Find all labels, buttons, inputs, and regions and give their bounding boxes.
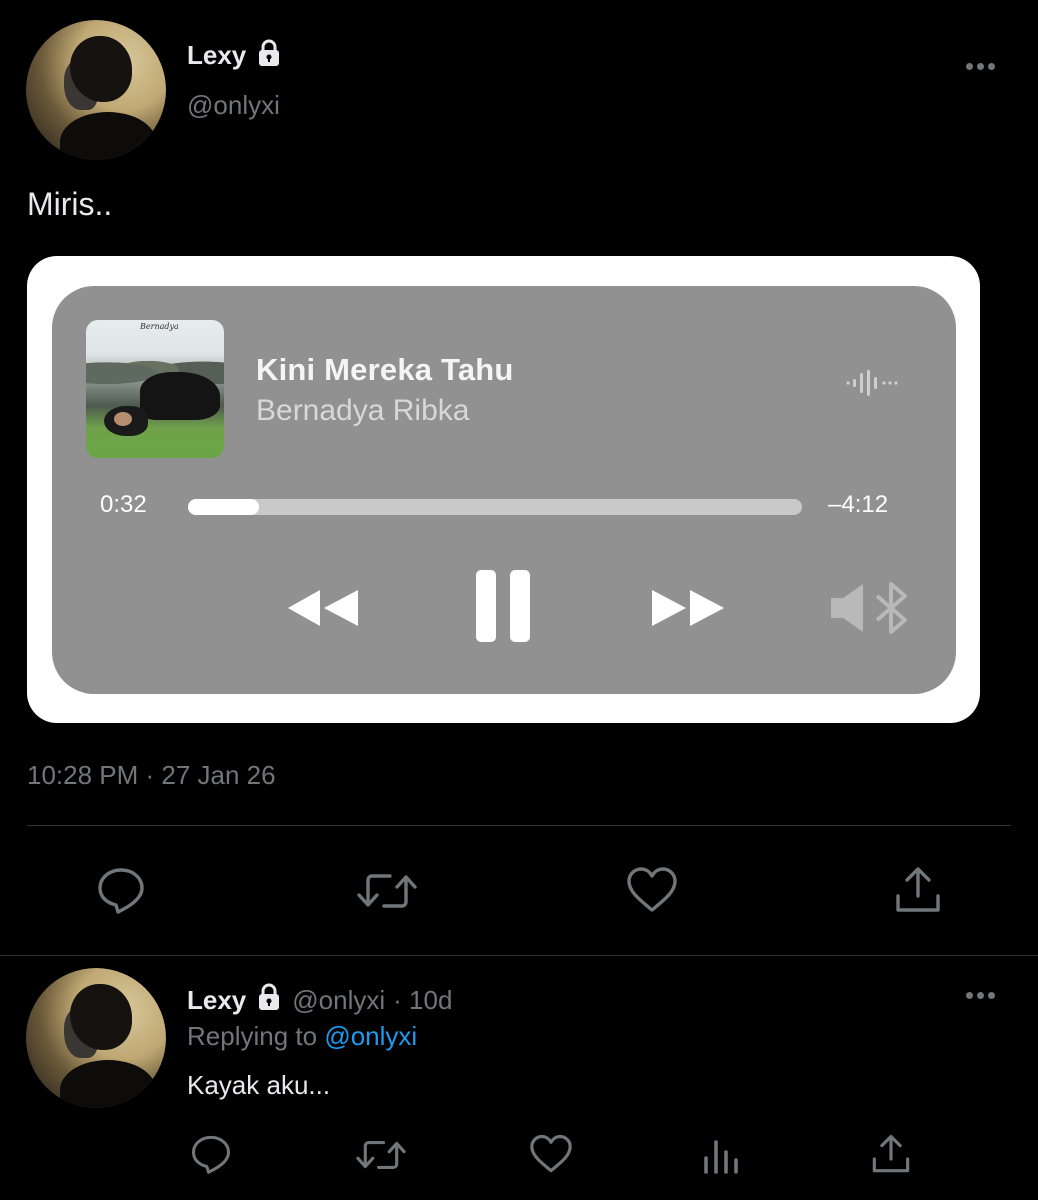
bluetooth-speaker-icon[interactable] <box>829 578 913 638</box>
reply-author-avatar[interactable] <box>26 968 166 1108</box>
author-name-row: Lexy <box>187 38 284 73</box>
progress-bar[interactable] <box>188 499 802 515</box>
divider <box>0 955 1038 956</box>
replying-to-handle-link[interactable]: @onlyxi <box>324 1021 417 1051</box>
retweet-icon[interactable] <box>355 1136 407 1174</box>
lock-icon <box>254 982 284 1019</box>
more-options-icon[interactable] <box>966 63 995 70</box>
reply-text: Kayak aku... <box>187 1070 331 1100</box>
reply-display-name[interactable]: Lexy <box>187 985 246 1016</box>
like-icon[interactable] <box>626 866 678 914</box>
reply-header: Lexy @onlyxi · 10d <box>187 982 452 1019</box>
replying-to-prefix: Replying to <box>187 1021 318 1051</box>
reply-more-options-icon[interactable] <box>966 992 995 999</box>
reply-age: · 10d <box>393 985 453 1015</box>
reply-icon[interactable] <box>190 1134 232 1174</box>
reply-icon[interactable] <box>96 866 146 914</box>
analytics-icon[interactable] <box>703 1136 739 1174</box>
share-icon[interactable] <box>871 1134 911 1174</box>
retweet-icon[interactable] <box>356 868 418 914</box>
like-icon[interactable] <box>529 1134 573 1174</box>
remaining-time: –4:12 <box>828 491 889 518</box>
pause-icon[interactable] <box>474 568 534 644</box>
reply-handle[interactable]: @onlyxi <box>292 985 385 1016</box>
album-art: Bernadya <box>86 320 224 458</box>
lock-icon <box>254 38 284 73</box>
album-caption: Bernadya <box>140 322 179 331</box>
author-handle[interactable]: @onlyxi <box>187 90 280 121</box>
divider <box>27 825 1011 826</box>
tweet-text: Miris.. <box>27 186 113 222</box>
fast-forward-icon[interactable] <box>648 586 730 630</box>
author-avatar[interactable] <box>26 20 166 160</box>
now-playing-widget: Bernadya Kini Mereka Tahu Bernadya Ribka <box>52 286 956 694</box>
progress-fill <box>188 499 259 515</box>
share-icon[interactable] <box>894 866 942 914</box>
author-display-name[interactable]: Lexy <box>187 40 246 71</box>
track-title: Kini Mereka Tahu <box>256 352 514 387</box>
tweet-timestamp[interactable]: 10:28 PM · 27 Jan 26 <box>27 760 276 791</box>
waveform-icon <box>845 368 899 403</box>
replying-to-line: Replying to @onlyxi <box>187 1021 417 1052</box>
rewind-icon[interactable] <box>280 586 362 630</box>
media-card[interactable]: Bernadya Kini Mereka Tahu Bernadya Ribka <box>27 256 980 723</box>
track-artist: Bernadya Ribka <box>256 394 470 427</box>
elapsed-time: 0:32 <box>100 491 147 518</box>
